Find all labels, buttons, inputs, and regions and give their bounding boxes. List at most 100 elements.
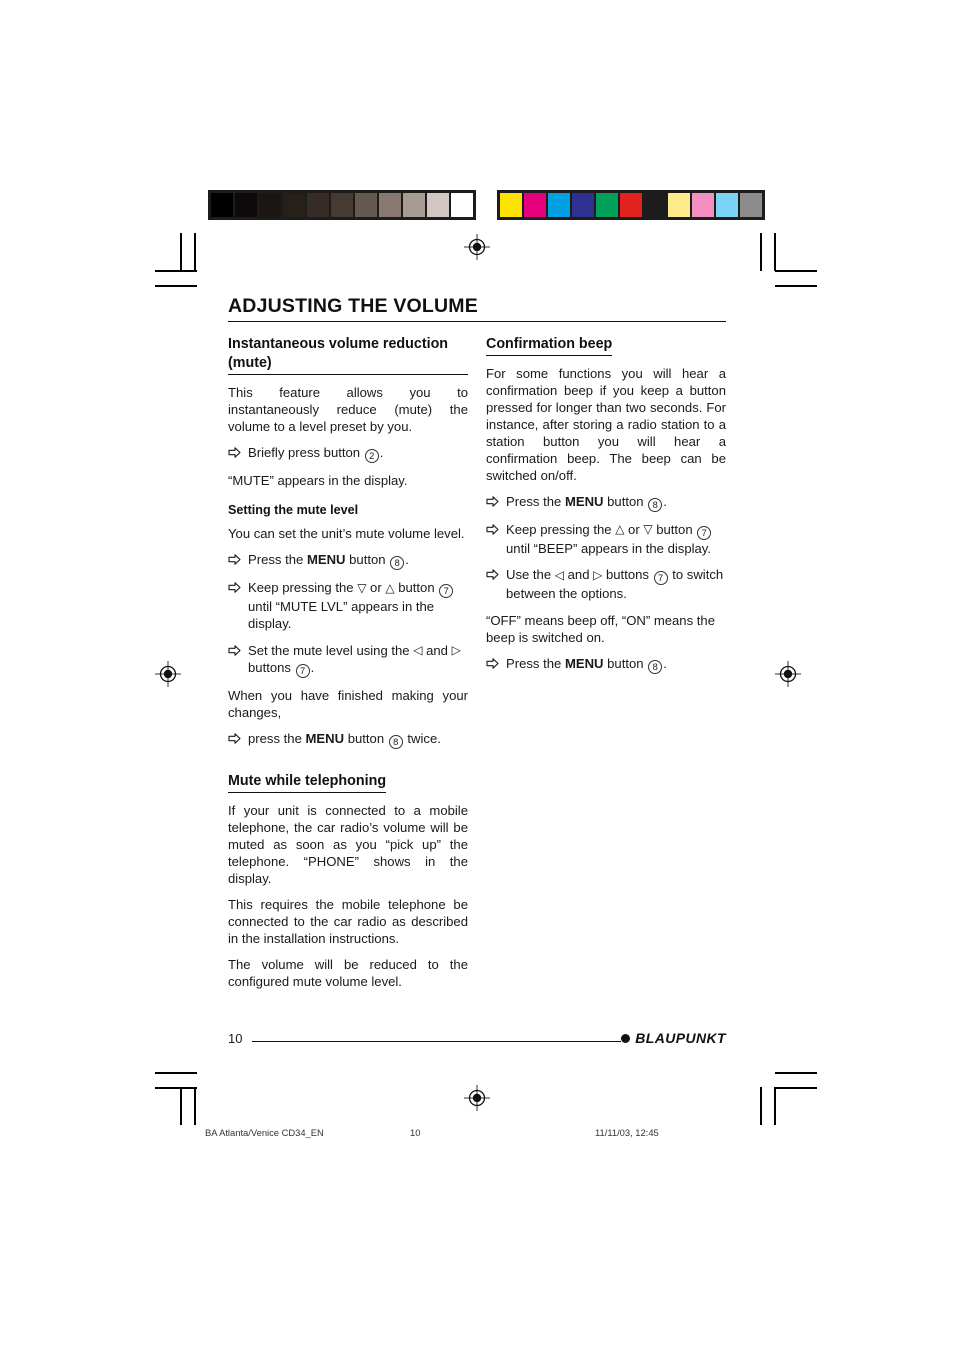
bullet-text-post: until “BEEP” appears in the display. <box>506 540 711 556</box>
slug-page-number: 10 <box>410 1127 421 1138</box>
blaupunkt-dot-icon <box>621 1033 631 1043</box>
paragraph-telephone-1: If your unit is connected to a mobile te… <box>228 802 468 886</box>
bullet-text-pre: Keep pressing the <box>506 521 616 537</box>
bullet-text-post: . <box>663 493 667 509</box>
triangle-right-icon: ▷ <box>451 643 461 658</box>
bullet-text-pre: Use the <box>506 567 555 583</box>
bullet-text-bold: MENU <box>564 655 604 671</box>
grayscale-swatch <box>259 193 281 217</box>
crop-mark-top-left-h2 <box>155 285 197 287</box>
color-swatch <box>668 193 690 217</box>
grayscale-calibration-bar <box>208 190 476 220</box>
hollow-right-arrow-icon <box>228 730 248 749</box>
bullet-text-mid: button <box>345 552 390 568</box>
section-heading-confirmation-beep: Confirmation beep <box>486 335 613 356</box>
list-item-keep-pressing-mute-lvl: Keep pressing the ▽ or △ button 7 until … <box>228 579 468 633</box>
grayscale-swatch <box>331 193 353 217</box>
button-ref-badge: 2 <box>364 448 379 463</box>
grayscale-swatch <box>403 193 425 217</box>
crop-mark-top-right-h1 <box>775 270 817 272</box>
bullet-text-bold: MENU <box>305 731 345 747</box>
button-ref-badge: 7 <box>439 584 454 599</box>
hollow-right-arrow-icon <box>486 521 506 557</box>
bullet-text-post: . <box>405 552 409 568</box>
two-column-layout: Instantaneous volume reduction (mute) Th… <box>228 335 726 999</box>
button-ref-badge: 7 <box>295 664 310 679</box>
page-title: ADJUSTING THE VOLUME <box>228 295 478 317</box>
triangle-left-icon: ◁ <box>554 567 564 582</box>
list-item-set-mute-level: Set the mute level using the ◁ and ▷ but… <box>228 642 468 679</box>
registration-target-icon <box>464 234 490 260</box>
grayscale-swatch <box>307 193 329 217</box>
crop-mark-top-right-v1 <box>760 233 762 271</box>
list-item-text: Briefly press button 2. <box>248 444 468 463</box>
list-item-press-menu-beep-2: Press the MENU button 8. <box>486 655 726 674</box>
grayscale-swatch <box>355 193 377 217</box>
list-item-text: Press the MENU button 8. <box>506 655 726 674</box>
hollow-right-arrow-icon <box>486 493 506 512</box>
button-ref-badge: 8 <box>388 735 403 750</box>
bullet-text-pre: Press the <box>506 493 565 509</box>
bullet-text-post: . <box>310 660 315 676</box>
bullet-text-pre: Press the <box>506 655 565 671</box>
bullet-text-pre: press the <box>248 731 306 747</box>
button-ref-badge: 8 <box>648 497 663 512</box>
grayscale-swatch <box>211 193 233 217</box>
list-item-text: Keep pressing the ▽ or △ button 7 until … <box>248 579 468 633</box>
crop-mark-bottom-right-v2 <box>774 1087 776 1125</box>
crop-mark-top-left-v1 <box>180 233 182 271</box>
section-heading-mute-telephoning: Mute while telephoning <box>228 772 387 793</box>
slug-timestamp: 11/11/03, 12:45 <box>595 1127 659 1138</box>
print-slug: BA Atlanta/Venice CD34_EN 10 11/11/03, 1… <box>205 1127 765 1138</box>
bullet-text-pre: Briefly press button <box>248 444 364 460</box>
registration-target-icon <box>155 661 181 687</box>
list-item-text: press the MENU button 8 twice. <box>248 730 468 750</box>
bullet-text-post: . <box>663 655 667 671</box>
crop-mark-bottom-left-h2 <box>155 1087 197 1089</box>
footer-rule <box>252 1041 621 1042</box>
list-item-press-menu-1: Press the MENU button 8. <box>228 551 468 571</box>
crop-mark-bottom-left-v1 <box>180 1087 182 1125</box>
left-column: Instantaneous volume reduction (mute) Th… <box>228 335 468 999</box>
bullet-text-pre: Press the <box>248 552 307 568</box>
slug-filename: BA Atlanta/Venice CD34_EN <box>205 1127 324 1138</box>
crop-mark-bottom-left-v2 <box>194 1087 196 1125</box>
hollow-right-arrow-icon <box>228 551 248 570</box>
crop-mark-top-right-h2 <box>775 285 817 287</box>
hollow-right-arrow-icon <box>228 642 248 678</box>
triangle-right-icon: ▷ <box>593 567 603 582</box>
registration-target-icon <box>464 1085 490 1111</box>
crop-mark-bottom-left-h1 <box>155 1072 197 1074</box>
hollow-right-arrow-icon <box>486 655 506 674</box>
crop-mark-top-left-h1 <box>155 270 197 272</box>
crop-mark-top-right-v2 <box>774 233 776 271</box>
paragraph-finished-changes: When you have finished making your chang… <box>228 688 468 721</box>
grayscale-swatch <box>451 193 473 217</box>
color-swatch <box>524 193 546 217</box>
bullet-text-mid: button <box>603 655 648 671</box>
list-item-text: Press the MENU button 8. <box>506 493 726 512</box>
color-swatch <box>596 193 618 217</box>
bullet-text-mid2: buttons <box>248 660 295 676</box>
grayscale-swatch <box>427 193 449 217</box>
list-item-press-menu-beep-1: Press the MENU button 8. <box>486 493 726 512</box>
bullet-text-mid2: button <box>652 521 697 537</box>
bullet-text-post: twice. <box>403 731 441 747</box>
color-swatch <box>500 193 522 217</box>
button-ref-badge: 8 <box>390 556 405 571</box>
bullet-text-mid: or <box>366 580 386 596</box>
bullet-text-mid: button <box>603 493 648 509</box>
paragraph-mute-intro: This feature allows you to instantaneous… <box>228 384 468 434</box>
title-underline-rule <box>228 321 726 322</box>
subheading-setting-mute-level: Setting the mute level <box>228 502 359 517</box>
grayscale-swatch <box>283 193 305 217</box>
registration-target-icon <box>775 661 801 687</box>
bullet-text-pre: Keep pressing the <box>248 580 358 596</box>
hollow-right-arrow-icon <box>228 444 248 463</box>
bullet-text-post: . <box>379 444 384 460</box>
page-footer: 10 BLAUPUNKT <box>228 1030 726 1052</box>
bullet-text-mid2: buttons <box>602 567 653 583</box>
list-item-briefly-press-button: Briefly press button 2. <box>228 444 468 463</box>
button-ref-badge: 8 <box>648 659 663 674</box>
color-swatch <box>692 193 714 217</box>
